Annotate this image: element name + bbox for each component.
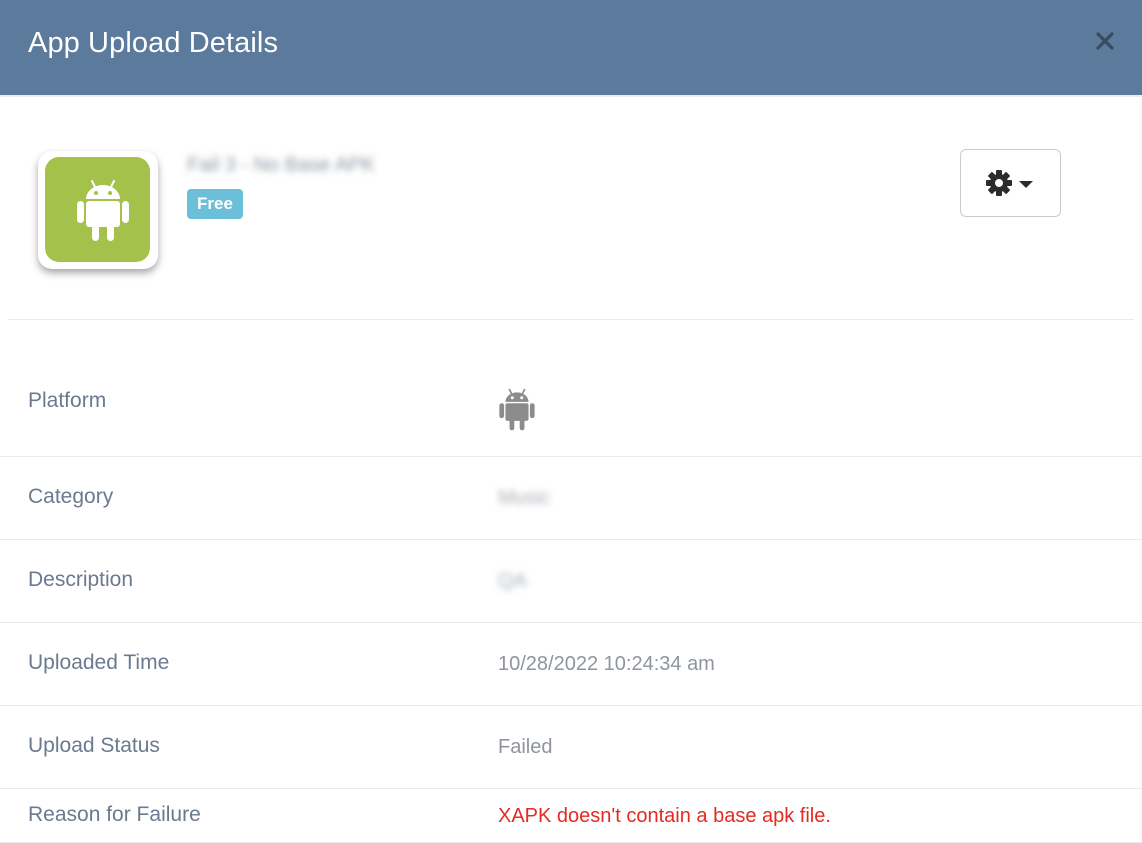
uploaded-time-row: Uploaded Time 10/28/2022 10:24:34 am bbox=[0, 623, 1142, 706]
upload-status-value: Failed bbox=[498, 736, 553, 758]
platform-label: Platform bbox=[28, 389, 107, 412]
gear-icon bbox=[986, 170, 1033, 196]
price-badge: Free bbox=[187, 189, 243, 219]
app-upload-details-modal: App Upload Details Fail 3 - No Base APK … bbox=[0, 0, 1142, 843]
settings-dropdown-button[interactable] bbox=[960, 149, 1061, 217]
modal-header: App Upload Details bbox=[0, 0, 1142, 97]
app-name: Fail 3 - No Base APK bbox=[187, 154, 375, 176]
failure-reason-row: Reason for Failure XAPK doesn't contain … bbox=[0, 789, 1142, 843]
upload-status-row: Upload Status Failed bbox=[0, 706, 1142, 789]
android-icon bbox=[77, 180, 129, 241]
uploaded-time-label: Uploaded Time bbox=[28, 651, 170, 674]
category-label: Category bbox=[28, 485, 114, 508]
platform-row: Platform bbox=[0, 358, 1142, 457]
chevron-down-icon bbox=[1019, 181, 1033, 188]
category-value: Music bbox=[498, 487, 551, 509]
description-label: Description bbox=[28, 568, 134, 591]
modal-title: App Upload Details bbox=[28, 27, 279, 59]
category-row: Category Music bbox=[0, 457, 1142, 540]
app-icon bbox=[38, 151, 158, 269]
description-value: QA bbox=[498, 570, 527, 592]
app-summary: Fail 3 - No Base APK Free bbox=[8, 99, 1134, 320]
android-icon bbox=[499, 388, 535, 431]
failure-reason-label: Reason for Failure bbox=[28, 803, 201, 826]
failure-reason-value: XAPK doesn't contain a base apk file. bbox=[498, 805, 831, 827]
app-icon-tile bbox=[45, 157, 150, 262]
uploaded-time-value: 10/28/2022 10:24:34 am bbox=[498, 653, 715, 675]
close-icon[interactable] bbox=[1092, 28, 1118, 54]
description-row: Description QA bbox=[0, 540, 1142, 623]
upload-status-label: Upload Status bbox=[28, 734, 160, 757]
platform-value bbox=[498, 388, 536, 438]
